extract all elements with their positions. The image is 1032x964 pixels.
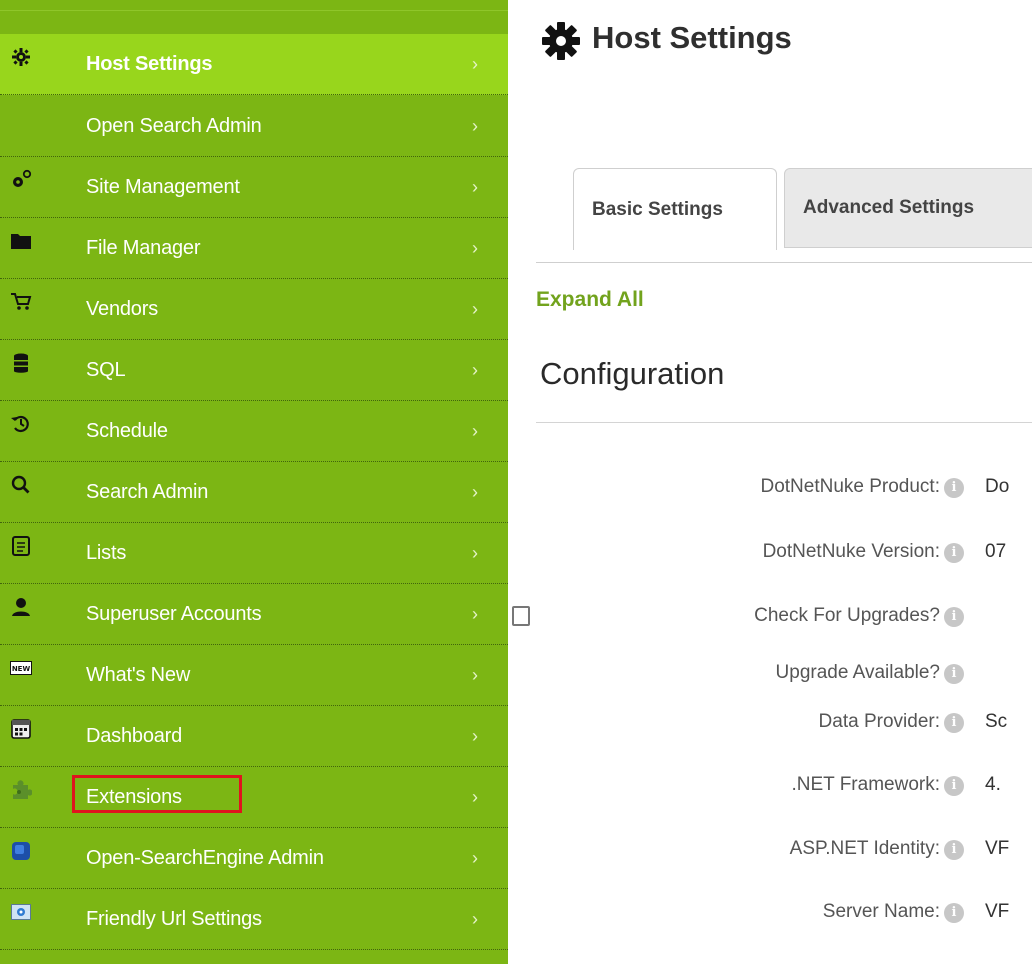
sidebar-item-open-search-admin[interactable]: Open Search Admin › <box>0 96 508 157</box>
chevron-right-icon: › <box>472 116 478 136</box>
cart-icon <box>10 291 32 313</box>
cube-icon <box>10 840 32 862</box>
sidebar-item-host-settings[interactable]: Host Settings › <box>0 34 508 95</box>
sidebar-item-label: Extensions <box>86 786 182 808</box>
field-label-aspnet-identity: ASP.NET Identity: <box>789 838 940 859</box>
url-settings-icon <box>10 901 32 923</box>
sidebar-item-label: Dashboard <box>86 725 183 747</box>
info-icon[interactable]: i <box>944 478 964 498</box>
page-header: Host Settings <box>540 18 792 65</box>
sidebar-item-dashboard[interactable]: Dashboard › <box>0 706 508 767</box>
chevron-right-icon: › <box>472 421 478 441</box>
info-icon[interactable]: i <box>944 607 964 627</box>
field-value-aspnet-identity: VF <box>985 838 1010 859</box>
chevron-right-icon: › <box>472 54 478 74</box>
sidebar-item-friendly-url-settings[interactable]: Friendly Url Settings › <box>0 889 508 950</box>
sidebar-item-label: Host Settings <box>86 53 213 75</box>
field-value-version: 07 <box>985 541 1007 562</box>
database-icon <box>10 352 32 374</box>
chevron-right-icon: › <box>472 665 478 685</box>
field-label-data-provider: Data Provider: <box>818 711 940 732</box>
sidebar-item-vendors[interactable]: Vendors › <box>0 279 508 340</box>
field-label-product: DotNetNuke Product: <box>760 476 940 497</box>
sidebar-item-superuser-accounts[interactable]: Superuser Accounts › <box>0 584 508 645</box>
chevron-right-icon: › <box>472 360 478 380</box>
check-upgrades-checkbox[interactable] <box>512 606 530 626</box>
chevron-right-icon: › <box>472 482 478 502</box>
sidebar-item-label: Site Management <box>86 176 240 198</box>
search-icon <box>10 474 32 496</box>
sidebar-item-site-management[interactable]: Site Management › <box>0 157 508 218</box>
chevron-right-icon: › <box>472 604 478 624</box>
info-icon[interactable]: i <box>944 664 964 684</box>
page-title: Host Settings <box>592 20 792 55</box>
svg-text:NEW: NEW <box>12 665 31 673</box>
field-label-check-upgrades: Check For Upgrades? <box>754 605 940 626</box>
dashboard-icon <box>10 718 32 740</box>
sidebar-item-label: File Manager <box>86 237 201 259</box>
chevron-right-icon: › <box>472 177 478 197</box>
list-document-icon <box>10 535 32 557</box>
gears-icon <box>10 169 32 191</box>
sidebar-item-label: What's New <box>86 664 191 686</box>
field-value-net-framework: 4. <box>985 774 1001 795</box>
field-label-version: DotNetNuke Version: <box>762 541 940 562</box>
field-value-product: Do <box>985 476 1010 497</box>
settings-tabs: Basic Settings Advanced Settings <box>536 168 1032 263</box>
sidebar-item-whats-new[interactable]: NEW What's New › <box>0 645 508 706</box>
user-icon <box>10 596 32 618</box>
admin-sidebar: Host Settings › Open Search Admin › Site… <box>0 0 508 964</box>
info-icon[interactable]: i <box>944 776 964 796</box>
chevron-right-icon: › <box>472 543 478 563</box>
section-divider <box>536 422 1032 423</box>
sidebar-item-open-searchengine-admin[interactable]: Open-SearchEngine Admin › <box>0 828 508 889</box>
info-icon[interactable]: i <box>944 543 964 563</box>
sidebar-item-file-manager[interactable]: File Manager › <box>0 218 508 279</box>
tab-basic-settings[interactable]: Basic Settings <box>573 168 777 250</box>
sidebar-item-label: Open Search Admin <box>86 115 262 137</box>
chevron-right-icon: › <box>472 787 478 807</box>
sidebar-item-sql[interactable]: SQL › <box>0 340 508 401</box>
main-content: Host Settings Basic Settings Advanced Se… <box>508 0 1032 964</box>
chevron-right-icon: › <box>472 726 478 746</box>
section-title[interactable]: Configuration <box>540 356 724 392</box>
field-label-server-name: Server Name: <box>822 901 940 922</box>
sidebar-item-label: Superuser Accounts <box>86 603 262 625</box>
puzzle-icon <box>10 779 32 801</box>
sidebar-item-label: Open-SearchEngine Admin <box>86 847 324 869</box>
sidebar-item-schedule[interactable]: Schedule › <box>0 401 508 462</box>
sidebar-item-label: Search Admin <box>86 481 209 503</box>
field-value-data-provider: Sc <box>985 711 1008 732</box>
history-icon <box>10 413 32 435</box>
gear-icon <box>540 18 582 65</box>
field-label-net-framework: .NET Framework: <box>791 774 940 795</box>
expand-all-link[interactable]: Expand All <box>536 288 644 312</box>
sidebar-item-extensions[interactable]: Extensions › <box>0 767 508 828</box>
sidebar-item-lists[interactable]: Lists › <box>0 523 508 584</box>
folder-icon <box>10 230 32 252</box>
field-label-upgrade-available: Upgrade Available? <box>775 662 940 683</box>
chevron-right-icon: › <box>472 238 478 258</box>
chevron-right-icon: › <box>472 299 478 319</box>
chevron-right-icon: › <box>472 848 478 868</box>
sidebar-item-label: Vendors <box>86 298 158 320</box>
field-value-server-name: VF <box>985 901 1010 922</box>
info-icon[interactable]: i <box>944 713 964 733</box>
sidebar-item-label: Schedule <box>86 420 168 442</box>
new-badge-icon: NEW <box>10 657 32 679</box>
sidebar-item-label: Lists <box>86 542 127 564</box>
chevron-right-icon: › <box>472 909 478 929</box>
info-icon[interactable]: i <box>944 903 964 923</box>
sidebar-item-search-admin[interactable]: Search Admin › <box>0 462 508 523</box>
sidebar-item-label: SQL <box>86 359 126 381</box>
sidebar-top-bar <box>0 0 508 11</box>
sidebar-item-label: Friendly Url Settings <box>86 908 262 930</box>
tab-advanced-settings[interactable]: Advanced Settings <box>784 168 1032 248</box>
gear-icon <box>10 46 32 68</box>
info-icon[interactable]: i <box>944 840 964 860</box>
